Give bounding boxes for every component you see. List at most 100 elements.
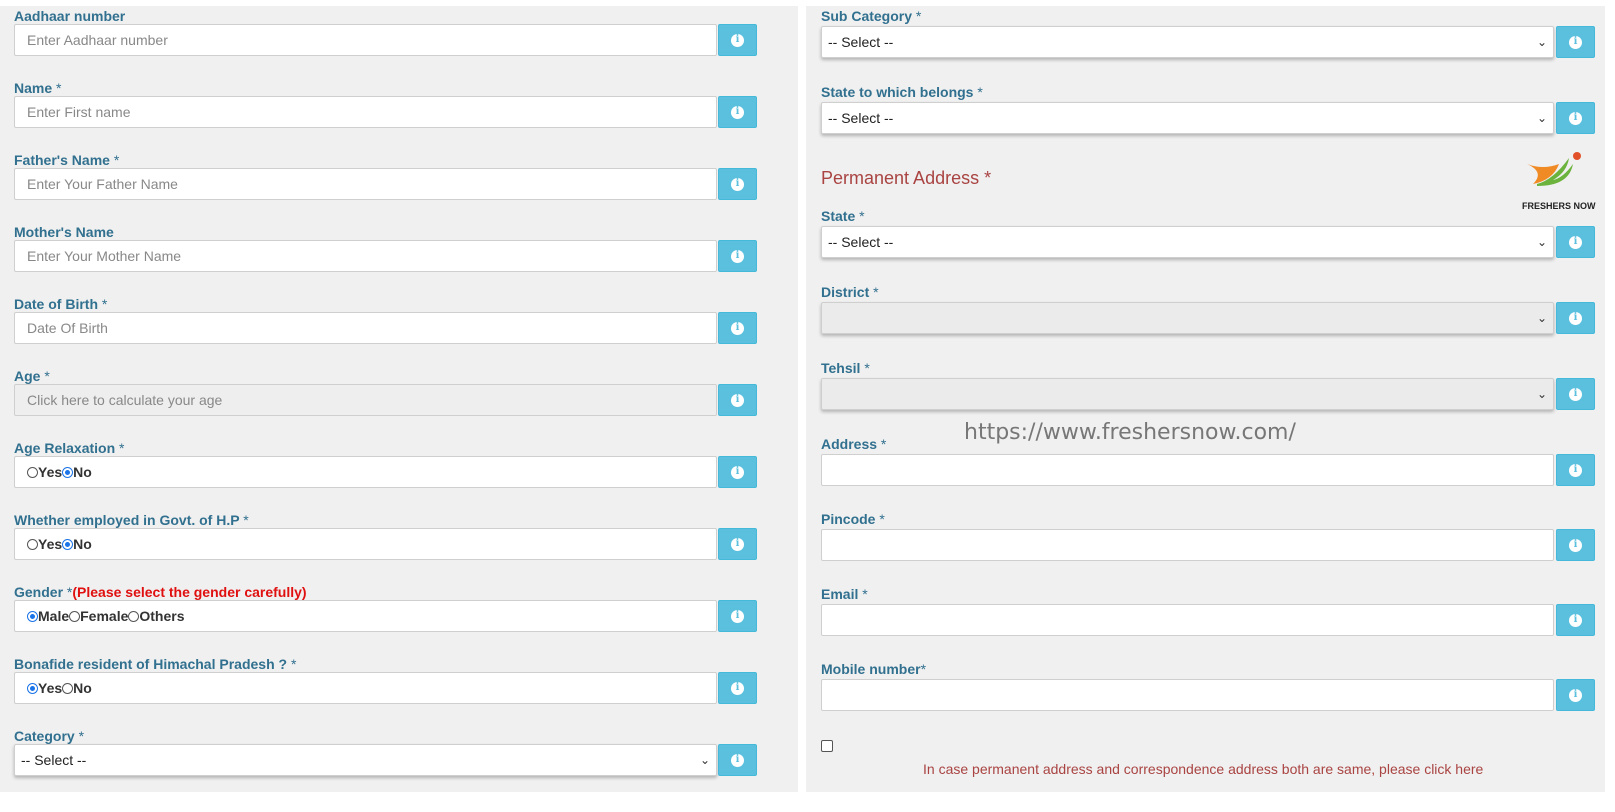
age-relaxation-yes[interactable]: Yes	[27, 464, 62, 480]
same-address-note: In case permanent address and correspond…	[923, 761, 1484, 777]
radio-button[interactable]	[27, 538, 38, 550]
category-label: Category *	[14, 728, 85, 744]
district-info-button[interactable]: i	[1556, 302, 1595, 334]
age-relaxation-no[interactable]: No	[62, 464, 92, 480]
watermark-url: https://www.freshersnow.com/	[964, 420, 1296, 445]
state-belongs-info-button[interactable]: i	[1556, 102, 1595, 134]
age-input[interactable]: Click here to calculate your age	[14, 384, 717, 416]
state-belongs-select[interactable]: -- Select -- ⌄	[821, 102, 1554, 134]
same-address-checkbox[interactable]	[821, 740, 833, 752]
info-icon: i	[1569, 35, 1582, 49]
permanent-address-title: Permanent Address *	[821, 168, 992, 188]
bonafide-label: Bonafide resident of Himachal Pradesh ? …	[14, 656, 297, 672]
gender-male[interactable]: Male	[27, 608, 69, 624]
info-icon: i	[731, 465, 744, 479]
info-icon: i	[1569, 613, 1582, 627]
radio-button[interactable]	[62, 538, 74, 550]
category-select[interactable]: -- Select -- ⌄	[14, 744, 717, 776]
district-label: District *	[821, 284, 879, 300]
info-icon: i	[731, 537, 744, 551]
info-icon: i	[1569, 311, 1582, 325]
age-info-button[interactable]: i	[718, 384, 757, 416]
radio-button[interactable]	[27, 610, 38, 622]
info-icon: i	[731, 753, 744, 767]
info-icon: i	[731, 249, 744, 263]
pincode-input[interactable]	[821, 529, 1554, 561]
info-icon: i	[1569, 538, 1582, 552]
district-select[interactable]: ⌄	[821, 302, 1554, 334]
dob-input[interactable]: Date Of Birth	[14, 312, 717, 344]
employed-radio-group: Yes No	[14, 528, 717, 560]
employed-label: Whether employed in Govt. of H.P *	[14, 512, 249, 528]
radio-button[interactable]	[69, 610, 81, 622]
gender-info-button[interactable]: i	[718, 600, 757, 632]
radio-button[interactable]	[128, 610, 140, 622]
bonafide-yes[interactable]: Yes	[27, 680, 62, 696]
dob-label: Date of Birth *	[14, 296, 108, 312]
sub-category-select[interactable]: -- Select -- ⌄	[821, 26, 1554, 58]
tehsil-info-button[interactable]: i	[1556, 378, 1595, 410]
mobile-label: Mobile number*	[821, 661, 927, 677]
pincode-info-button[interactable]: i	[1556, 529, 1595, 561]
info-icon: i	[731, 681, 744, 695]
info-icon: i	[731, 177, 744, 191]
employed-yes[interactable]: Yes	[27, 536, 62, 552]
category-info-button[interactable]: i	[718, 744, 757, 776]
father-name-label: Father's Name *	[14, 152, 120, 168]
gender-warning: (Please select the gender carefully)	[72, 584, 307, 600]
email-info-button[interactable]: i	[1556, 604, 1595, 636]
chevron-down-icon: ⌄	[1536, 311, 1547, 325]
info-icon: i	[1569, 463, 1582, 477]
radio-button[interactable]	[27, 682, 38, 694]
age-label: Age *	[14, 368, 50, 384]
employed-info-button[interactable]: i	[718, 528, 757, 560]
radio-button[interactable]	[27, 466, 38, 478]
mobile-input[interactable]	[821, 679, 1554, 711]
gender-radio-group: Male Female Others	[14, 600, 717, 632]
mother-name-info-button[interactable]: i	[718, 240, 757, 272]
bonafide-info-button[interactable]: i	[718, 672, 757, 704]
sub-category-info-button[interactable]: i	[1556, 26, 1595, 58]
email-input[interactable]	[821, 604, 1554, 636]
freshers-now-logo	[1527, 152, 1581, 186]
state-info-button[interactable]: i	[1556, 226, 1595, 258]
mother-name-label: Mother's Name	[14, 224, 114, 240]
info-icon: i	[731, 609, 744, 623]
info-icon: i	[731, 393, 744, 407]
employed-no[interactable]: No	[62, 536, 92, 552]
tehsil-select[interactable]: ⌄	[821, 378, 1554, 410]
bonafide-no[interactable]: No	[62, 680, 92, 696]
info-icon: i	[1569, 387, 1582, 401]
state-belongs-label: State to which belongs *	[821, 84, 983, 100]
first-name-input[interactable]: Enter First name	[14, 96, 717, 128]
state-select[interactable]: -- Select -- ⌄	[821, 226, 1554, 258]
info-icon: i	[1569, 235, 1582, 249]
sub-category-label: Sub Category *	[821, 8, 922, 24]
mother-name-input[interactable]: Enter Your Mother Name	[14, 240, 717, 272]
email-label: Email *	[821, 586, 868, 602]
dob-info-button[interactable]: i	[718, 312, 757, 344]
pincode-label: Pincode *	[821, 511, 885, 527]
chevron-down-icon: ⌄	[1536, 35, 1547, 49]
mobile-info-button[interactable]: i	[1556, 679, 1595, 711]
tehsil-label: Tehsil *	[821, 360, 870, 376]
logo-text: FRESHERS NOW	[1522, 201, 1596, 211]
radio-button[interactable]	[62, 466, 74, 478]
address-input[interactable]	[821, 454, 1554, 486]
state-label: State *	[821, 208, 865, 224]
father-name-input[interactable]: Enter Your Father Name	[14, 168, 717, 200]
aadhaar-input[interactable]: Enter Aadhaar number	[14, 24, 717, 56]
name-info-button[interactable]: i	[718, 96, 757, 128]
aadhaar-info-button[interactable]: i	[718, 24, 757, 56]
age-relaxation-radio-group: Yes No	[14, 456, 717, 488]
chevron-down-icon: ⌄	[699, 753, 710, 767]
age-relaxation-info-button[interactable]: i	[718, 456, 757, 488]
address-info-button[interactable]: i	[1556, 454, 1595, 486]
aadhaar-label: Aadhaar number	[14, 8, 126, 24]
bonafide-radio-group: Yes No	[14, 672, 717, 704]
gender-others[interactable]: Others	[128, 608, 185, 624]
father-name-info-button[interactable]: i	[718, 168, 757, 200]
info-icon: i	[731, 321, 744, 335]
radio-button[interactable]	[62, 682, 74, 694]
gender-female[interactable]: Female	[69, 608, 128, 624]
